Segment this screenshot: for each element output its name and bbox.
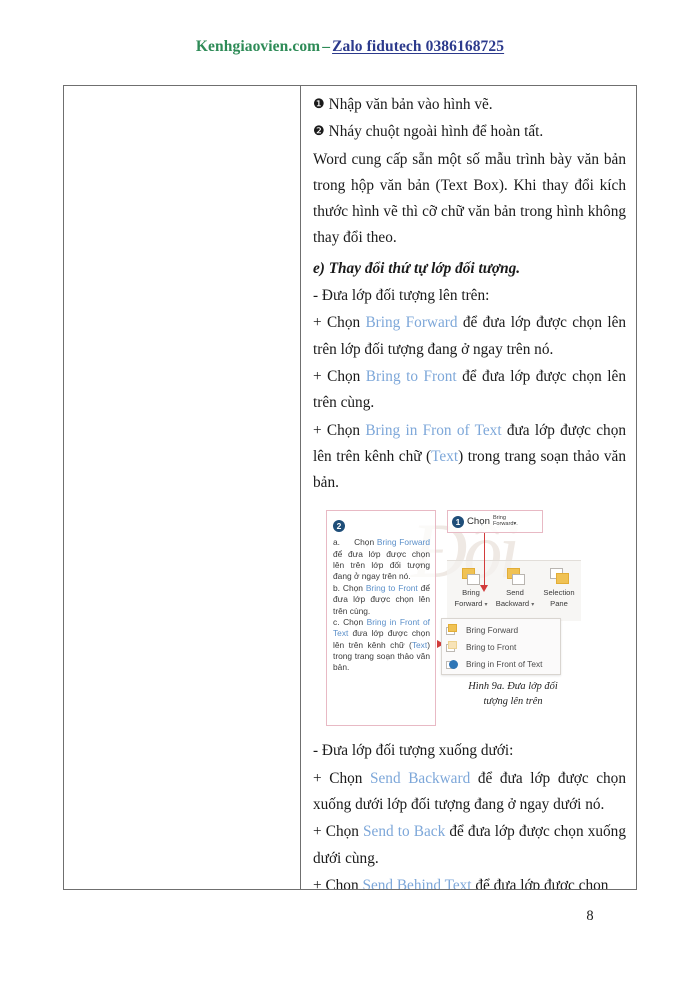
ribbon-selection-pane-line2: Pane [550, 599, 568, 609]
note-b-term: Bring to Front [365, 582, 418, 593]
option-send-to-back-prefix: + Chọn [313, 823, 364, 841]
figure-caption-line1: Hình 9a. Đưa lớp đối [468, 681, 558, 693]
menu-item-bift-label: Bring in Front of Text [466, 658, 543, 669]
ribbon-button-send-backward[interactable]: Send Backward ▾ [493, 567, 537, 609]
bring-to-front-icon [446, 640, 460, 653]
callout-command-label: Bring Forward▾. [492, 515, 518, 528]
option-send-behind-text: + Chọn Send Behind Text để đưa lớp được … [313, 873, 626, 889]
bring-forward-icon [446, 623, 460, 636]
ribbon-button-selection-pane[interactable]: Selection Pane [537, 567, 581, 609]
option-send-to-back: + Chọn Send to Back để đưa lớp được chọn… [313, 819, 626, 872]
ribbon-send-backward-line2: Backward ▾ [495, 599, 535, 609]
word-ribbon-arrange-group: Bring Forward ▾ Send Backward ▾ Selectio… [447, 560, 581, 622]
subheading-bring-up: - Đưa lớp đối tượng lên trên: [313, 287, 490, 305]
callout-arrow-head-icon [480, 585, 488, 593]
note-item-c: c. Chọn Bring in Front of Text đưa lớp đ… [333, 617, 430, 674]
bring-forward-dropdown-menu[interactable]: Bring Forward Bring to Front Bring in Fr… [441, 618, 561, 676]
option-bift-prefix: + Chọn [313, 421, 366, 439]
term-bring-in-front-of-text: Bring in Fron of Text [365, 421, 502, 439]
option-send-behind-text-prefix: + Chọn [313, 876, 363, 889]
figure-callout-1: 1 Chọn Bring Forward▾. [447, 510, 543, 534]
option-send-backward-prefix: + Chọn [313, 769, 370, 787]
menu-item-bring-forward[interactable]: Bring Forward [442, 621, 560, 638]
circle-number-icon: 2 [333, 520, 345, 533]
menu-item-bring-in-front-of-text[interactable]: Bring in Front of Text [442, 655, 560, 672]
step-3-bullet: ❷ [313, 123, 325, 139]
subheading-send-down: - Đưa lớp đối tượng xuống dưới: [313, 742, 514, 760]
ribbon-selection-pane-line1: Selection [543, 588, 575, 598]
note-a-prefix: a. Chọn [333, 537, 377, 548]
note-b-prefix: b. Chọn [333, 582, 366, 593]
option-bring-in-front-of-text: + Chọn Bring in Fron of Text đưa lớp đượ… [313, 418, 626, 497]
menu-item-bring-to-front-label: Bring to Front [466, 641, 517, 652]
note-c-prefix: c. Chọn [333, 616, 367, 627]
term-text: Text [431, 447, 459, 465]
figure-caption: Hình 9a. Đưa lớp đối tượng lên trên [445, 680, 581, 708]
chevron-down-icon[interactable]: ▾ [531, 602, 534, 608]
note-a-suffix: để đưa lớp được chọn lên trên lớp đối tư… [333, 548, 430, 582]
ribbon-bring-forward-line2: Forward ▾ [454, 599, 488, 609]
bring-forward-icon [459, 567, 483, 587]
table-right-column: ❶ Nhập văn bản vào hình vẽ. ❷ Nháy chuột n… [301, 86, 636, 889]
term-send-backward: Send Backward [370, 769, 471, 787]
option-send-backward: + Chọn Send Backward để đưa lớp được chọ… [313, 766, 626, 819]
option-send-behind-text-suffix: để đưa lớp được chọn [471, 876, 609, 889]
step-3-text: Nháy chuột ngoài hình để hoàn tất. [328, 123, 544, 141]
note-item-b: b. Chọn Bring to Front để đưa lớp được c… [333, 583, 430, 617]
note-a-term: Bring Forward [376, 537, 431, 548]
callout-command-line2: Forward▾. [492, 520, 518, 527]
option-bring-forward-prefix: + Chọn [313, 314, 366, 332]
menu-item-bring-forward-label: Bring Forward [466, 624, 519, 635]
content-table: ❶ Nhập văn bản vào hình vẽ. ❷ Nháy chuột n… [63, 85, 637, 890]
option-bring-to-front: + Chọn Bring to Front để đưa lớp được ch… [313, 364, 626, 417]
term-bring-forward: Bring Forward [365, 314, 458, 332]
figure-9a: Đối 2 a. Chọn Bring Forward để đưa lớp đ… [319, 504, 581, 733]
note-c-term-text: Text [411, 639, 428, 650]
term-send-to-back: Send to Back [363, 823, 446, 841]
zalo-contact-link[interactable]: Zalo fidutech 0386168725 [332, 38, 504, 55]
option-bring-to-front-prefix: + Chọn [313, 367, 366, 385]
paragraph-word-textbox: Word cung cấp sẵn một số mẫu trình bày v… [313, 150, 626, 247]
callout-chon-label: Chọn [467, 516, 490, 528]
page-header: Kenhgiaovien.com – Zalo fidutech 038616872… [0, 38, 700, 56]
step-3: ❷ Nháy chuột ngoài hình để hoàn tất. [313, 119, 626, 145]
circle-number-icon: 1 [452, 515, 464, 528]
bring-in-front-of-text-icon [446, 658, 460, 670]
menu-item-bring-to-front[interactable]: Bring to Front [442, 638, 560, 655]
selection-pane-icon [547, 567, 571, 587]
step-2: ❶ Nhập văn bản vào hình vẽ. [313, 92, 626, 118]
figure-caption-line2: tượng lên trên [483, 695, 543, 707]
page-number: 8 [586, 908, 594, 924]
figure-note-box: 2 a. Chọn Bring Forward để đưa lớp được … [326, 510, 436, 727]
option-bring-forward: + Chọn Bring Forward để đưa lớp được chọ… [313, 310, 626, 363]
site-name: Kenhgiaovien.com [195, 38, 321, 55]
note-item-a: a. Chọn Bring Forward để đưa lớp được ch… [333, 537, 430, 582]
send-backward-icon [503, 567, 527, 587]
step-2-bullet: ❶ [313, 96, 325, 111]
ribbon-send-backward-line1: Send [506, 588, 524, 598]
note-marker-2: 2 [333, 516, 430, 534]
table-left-column [64, 86, 301, 889]
heading-section-e: e) Thay đổi thứ tự lớp đối tượng. [313, 259, 521, 277]
callout-arrow-line [484, 533, 485, 588]
term-send-behind-text: Send Behind Text [362, 876, 472, 889]
term-bring-to-front: Bring to Front [365, 367, 457, 385]
header-separator: – [322, 38, 331, 55]
step-2-text: Nhập văn bản vào hình vẽ. [328, 96, 493, 113]
chevron-down-icon[interactable]: ▾ [484, 602, 487, 608]
